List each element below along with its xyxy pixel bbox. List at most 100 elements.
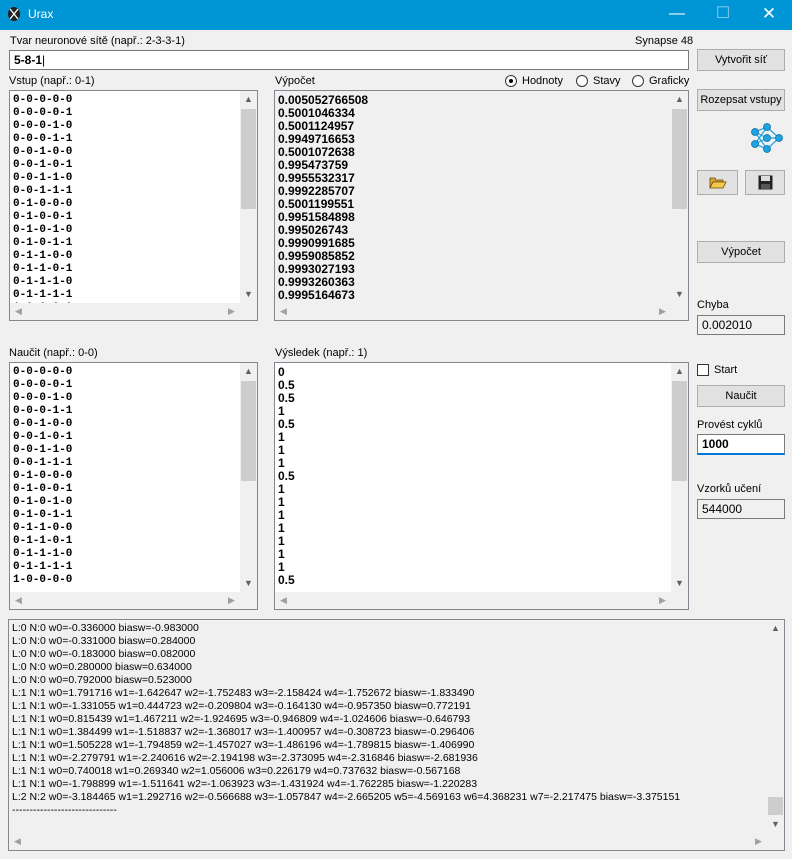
train-list-item[interactable]: 0-1-0-0-0 <box>13 470 239 483</box>
result-list-item[interactable]: 1 <box>278 457 670 470</box>
input-list-item[interactable]: 0-1-1-1-1 <box>13 289 239 302</box>
train-listbox[interactable]: 0-0-0-0-0 0-0-0-0-1 0-0-0-1-0 0-0-0-1-1 0-0-… <box>9 362 258 610</box>
input-list-item[interactable]: 0-1-0-0-1 <box>13 211 239 224</box>
result-list-item[interactable]: 1 <box>278 522 670 535</box>
scroll-left-icon[interactable]: ◀ <box>275 592 292 609</box>
scroll-down-icon[interactable]: ▼ <box>767 816 784 833</box>
result-list-item[interactable]: 1 <box>278 444 670 457</box>
train-list-item[interactable]: 0-0-1-0-1 <box>13 431 239 444</box>
train-list-item[interactable]: 0-0-1-0-0 <box>13 418 239 431</box>
train-hscroll[interactable]: ◀ ▶ <box>10 592 257 609</box>
result-list-item[interactable]: 0.5 <box>278 392 670 405</box>
train-list-item[interactable]: 0-0-0-0-1 <box>13 379 239 392</box>
input-list-item[interactable]: 0-1-0-1-0 <box>13 224 239 237</box>
input-hscroll[interactable]: ◀ ▶ <box>10 303 257 320</box>
result-list-item[interactable]: 1 <box>278 561 670 574</box>
input-list-item[interactable]: 0-0-0-0-0 <box>13 94 239 107</box>
open-file-button[interactable] <box>697 170 738 195</box>
scroll-down-icon[interactable]: ▼ <box>240 286 257 303</box>
scroll-right-icon[interactable]: ▶ <box>223 592 240 609</box>
weights-log[interactable]: L:0 N:0 w0=-0.336000 biasw=-0.983000 L:0 … <box>8 619 785 851</box>
train-list-item[interactable]: 0-0-1-1-1 <box>13 457 239 470</box>
output-vscroll[interactable]: ▲ ▼ <box>671 91 688 303</box>
train-list-item[interactable]: 0-1-1-0-0 <box>13 522 239 535</box>
radio-values[interactable]: Hodnoty <box>505 75 563 87</box>
input-list-item[interactable]: 0-0-0-1-1 <box>13 133 239 146</box>
scroll-thumb[interactable] <box>241 381 256 481</box>
output-hscroll[interactable]: ◀ ▶ <box>275 303 688 320</box>
expand-inputs-button[interactable]: Rozepsat vstupy <box>697 89 785 111</box>
start-checkbox[interactable]: Start <box>697 364 737 376</box>
scroll-right-icon[interactable]: ▶ <box>654 592 671 609</box>
maximize-button[interactable]: ☐ <box>700 0 746 30</box>
log-vscroll[interactable]: ▲ ▼ <box>767 620 784 833</box>
input-list-item[interactable]: 0-1-1-0-1 <box>13 263 239 276</box>
cycles-input[interactable]: 1000 <box>697 434 785 455</box>
scroll-up-icon[interactable]: ▲ <box>671 363 688 380</box>
input-list-item[interactable]: 0-1-1-1-0 <box>13 276 239 289</box>
result-list-item[interactable]: 0.5 <box>278 379 670 392</box>
result-hscroll[interactable]: ◀ ▶ <box>275 592 688 609</box>
create-net-button[interactable]: Vytvořit síť <box>697 49 785 71</box>
radio-graphic[interactable]: Graficky <box>632 75 689 87</box>
result-list-item[interactable]: 1 <box>278 535 670 548</box>
output-listbox[interactable]: 0.005052766508 0.5001046334 0.5001124957 0.… <box>274 90 689 321</box>
log-hscroll[interactable]: ◀ ▶ <box>9 833 784 850</box>
scroll-down-icon[interactable]: ▼ <box>240 575 257 592</box>
train-list-item[interactable]: 0-1-0-1-1 <box>13 509 239 522</box>
train-list-item[interactable]: 1-0-0-0-0 <box>13 574 239 587</box>
result-list-item[interactable]: 1 <box>278 431 670 444</box>
input-list-item[interactable]: 0-0-1-0-0 <box>13 146 239 159</box>
train-list-item[interactable]: 0-1-1-1-0 <box>13 548 239 561</box>
scroll-right-icon[interactable]: ▶ <box>654 303 671 320</box>
result-list-item[interactable]: 0.5 <box>278 470 670 483</box>
scroll-up-icon[interactable]: ▲ <box>671 91 688 108</box>
scroll-left-icon[interactable]: ◀ <box>10 303 27 320</box>
save-file-button[interactable] <box>745 170 785 195</box>
train-list-item[interactable]: 0-1-0-0-1 <box>13 483 239 496</box>
input-list-item[interactable]: 0-0-0-0-1 <box>13 107 239 120</box>
scroll-up-icon[interactable]: ▲ <box>767 620 784 637</box>
shape-input[interactable]: 5-8-1| <box>9 50 689 70</box>
scroll-down-icon[interactable]: ▼ <box>671 575 688 592</box>
train-list-item[interactable]: 0-0-0-1-1 <box>13 405 239 418</box>
result-listbox[interactable]: 0 0.5 0.5 1 0.5 1 1 1 0.5 1 1 1 1 1 1 1 0.5 ▲ ▼ ◀ ▶ <box>274 362 689 610</box>
result-list-item[interactable]: 1 <box>278 483 670 496</box>
train-list-item[interactable]: 0-0-1-1-0 <box>13 444 239 457</box>
scroll-left-icon[interactable]: ◀ <box>9 833 26 850</box>
scroll-thumb[interactable] <box>672 109 687 209</box>
input-list-item[interactable]: 0-1-0-0-0 <box>13 198 239 211</box>
scroll-thumb[interactable] <box>768 797 783 815</box>
input-list-item[interactable]: 0-0-1-0-1 <box>13 159 239 172</box>
input-list-item[interactable]: 0-1-1-0-0 <box>13 250 239 263</box>
scroll-up-icon[interactable]: ▲ <box>240 91 257 108</box>
train-list-item[interactable]: 0-1-0-1-0 <box>13 496 239 509</box>
scroll-thumb[interactable] <box>241 109 256 209</box>
compute-button[interactable]: Výpočet <box>697 241 785 263</box>
scroll-left-icon[interactable]: ◀ <box>275 303 292 320</box>
result-list-item[interactable]: 0.5 <box>278 418 670 431</box>
result-list-item[interactable]: 1 <box>278 548 670 561</box>
input-list-item[interactable]: 0-0-1-1-0 <box>13 172 239 185</box>
scroll-thumb[interactable] <box>672 381 687 481</box>
scroll-down-icon[interactable]: ▼ <box>671 286 688 303</box>
result-list-item[interactable]: 0 <box>278 366 670 379</box>
scroll-up-icon[interactable]: ▲ <box>240 363 257 380</box>
scroll-left-icon[interactable]: ◀ <box>10 592 27 609</box>
train-list-item[interactable]: 0-1-1-1-1 <box>13 561 239 574</box>
train-list-item[interactable]: 0-0-0-1-0 <box>13 392 239 405</box>
input-listbox[interactable]: 0-0-0-0-0 0-0-0-0-1 0-0-0-1-0 0-0-0-1-1 0-0-… <box>9 90 258 321</box>
result-vscroll[interactable]: ▲ ▼ <box>671 363 688 592</box>
scroll-right-icon[interactable]: ▶ <box>750 833 767 850</box>
input-list-item[interactable]: 0-0-1-1-1 <box>13 185 239 198</box>
result-list-item[interactable]: 1 <box>278 405 670 418</box>
close-button[interactable]: ✕ <box>746 0 792 30</box>
scroll-right-icon[interactable]: ▶ <box>223 303 240 320</box>
radio-states[interactable]: Stavy <box>576 75 621 87</box>
train-list-item[interactable]: 0-1-1-0-1 <box>13 535 239 548</box>
input-list-item[interactable]: 0-1-0-1-1 <box>13 237 239 250</box>
result-list-item[interactable]: 1 <box>278 496 670 509</box>
train-list-item[interactable]: 0-0-0-0-0 <box>13 366 239 379</box>
learn-button[interactable]: Naučit <box>697 385 785 407</box>
input-vscroll[interactable]: ▲ ▼ <box>240 91 257 303</box>
